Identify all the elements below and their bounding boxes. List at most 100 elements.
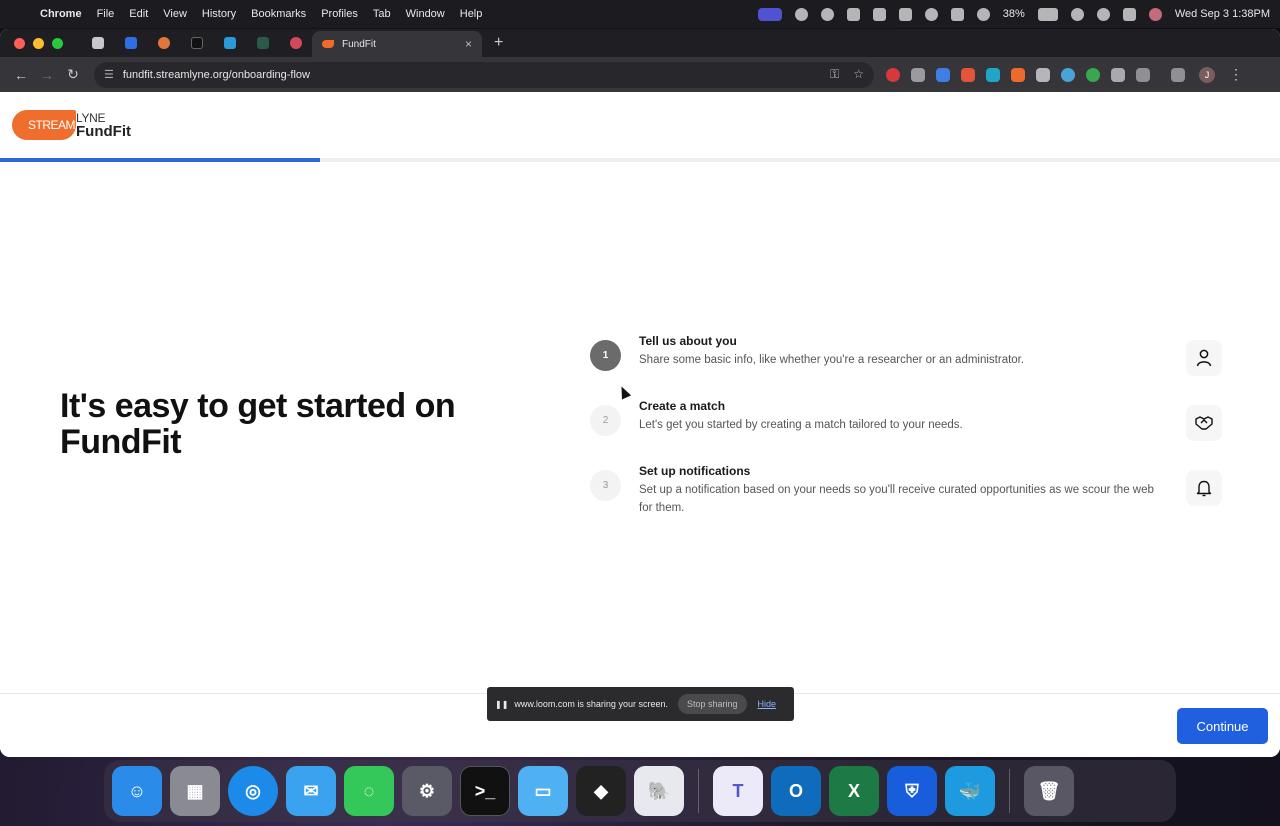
trash-icon[interactable]: 🗑 bbox=[1024, 766, 1074, 816]
pinned-tab-6[interactable] bbox=[246, 29, 279, 57]
status-icon-3[interactable] bbox=[846, 7, 860, 21]
pinned-tab-2[interactable] bbox=[114, 29, 147, 57]
mouse-cursor bbox=[616, 384, 632, 400]
postgres-icon[interactable]: 🐘 bbox=[634, 766, 684, 816]
menu-file[interactable]: File bbox=[97, 8, 115, 20]
pinned-tab-4[interactable] bbox=[180, 29, 213, 57]
stop-sharing-button[interactable]: Stop sharing bbox=[677, 694, 747, 714]
back-icon[interactable]: ← bbox=[8, 67, 34, 83]
finder-icon[interactable]: ☺ bbox=[112, 766, 162, 816]
launchpad-icon[interactable]: ▦ bbox=[170, 766, 220, 816]
extension-orange-icon[interactable] bbox=[1011, 67, 1025, 82]
menu-view[interactable]: View bbox=[163, 8, 187, 20]
excel-icon[interactable]: X bbox=[829, 766, 879, 816]
menu-help[interactable]: Help bbox=[460, 8, 483, 20]
book-icon bbox=[91, 37, 104, 49]
menu-bookmarks[interactable]: Bookmarks bbox=[251, 8, 306, 20]
maximize-window-icon[interactable] bbox=[52, 37, 63, 49]
continue-button[interactable]: Continue bbox=[1177, 708, 1268, 744]
folder-icon[interactable]: ▭ bbox=[518, 766, 568, 816]
menu-clock[interactable]: Wed Sep 3 1:38PM bbox=[1175, 8, 1270, 20]
menu-tab[interactable]: Tab bbox=[373, 8, 391, 20]
site-info-icon[interactable]: ☰ bbox=[104, 68, 114, 81]
menu-profiles[interactable]: Profiles bbox=[321, 8, 358, 20]
onboarding-page: STREAM LYNE FundFit It's easy to get sta… bbox=[0, 92, 1280, 757]
react-icon[interactable] bbox=[1061, 67, 1075, 82]
status-icon-4[interactable] bbox=[872, 7, 886, 21]
extensions-area bbox=[886, 67, 1185, 82]
address-bar[interactable]: ☰ fundfit.streamlyne.org/onboarding-flow… bbox=[94, 61, 874, 88]
profile-avatar[interactable]: J bbox=[1199, 66, 1215, 83]
translate-icon[interactable] bbox=[936, 67, 950, 82]
progress-fill bbox=[0, 158, 320, 162]
siri-icon[interactable] bbox=[1148, 7, 1162, 21]
tab-strip: FundFit × + bbox=[0, 29, 1280, 57]
wifi-icon[interactable] bbox=[1070, 7, 1084, 21]
bitwarden-icon[interactable]: ⛨ bbox=[887, 766, 937, 816]
screen-share-icon[interactable] bbox=[757, 7, 782, 21]
status-icon-1[interactable] bbox=[794, 7, 808, 21]
control-center-icon[interactable] bbox=[1122, 7, 1136, 21]
streamlyne-fundfit-logo[interactable]: STREAM LYNE FundFit bbox=[12, 108, 131, 142]
minimize-window-icon[interactable] bbox=[33, 37, 44, 49]
docker-icon[interactable]: 🐳 bbox=[945, 766, 995, 816]
messages-icon[interactable]: ◌ bbox=[344, 766, 394, 816]
pinned-tab-5[interactable] bbox=[213, 29, 246, 57]
extension-shirt-icon[interactable] bbox=[1036, 67, 1050, 82]
adblock-icon[interactable] bbox=[886, 67, 900, 82]
spotlight-icon[interactable] bbox=[1096, 7, 1110, 21]
browser-menu-icon[interactable]: ⋮ bbox=[1229, 66, 1243, 83]
hide-link[interactable]: Hide bbox=[758, 699, 777, 709]
password-key-icon[interactable]: ⚿ bbox=[830, 67, 839, 82]
side-panel-icon[interactable] bbox=[1171, 67, 1185, 82]
pinned-tab-3[interactable] bbox=[147, 29, 180, 57]
battery-percent[interactable]: 38% bbox=[1003, 8, 1025, 20]
extension-green-icon[interactable] bbox=[1086, 67, 1100, 82]
extension-blue-icon[interactable] bbox=[986, 67, 1000, 82]
logo-product: FundFit bbox=[76, 123, 131, 140]
menu-history[interactable]: History bbox=[202, 8, 236, 20]
browser-toolbar: ← → ↻ ☰ fundfit.streamlyne.org/onboardin… bbox=[0, 57, 1280, 92]
pause-icon[interactable]: ❚❚ bbox=[495, 700, 508, 709]
puzzle-icon[interactable] bbox=[1136, 67, 1150, 82]
sparkle-icon bbox=[157, 37, 170, 49]
safari-icon[interactable]: ◎ bbox=[228, 766, 278, 816]
teams-icon[interactable]: T bbox=[713, 766, 763, 816]
forward-icon[interactable]: → bbox=[34, 67, 60, 83]
pinned-tab-7[interactable] bbox=[279, 29, 312, 57]
reload-icon[interactable]: ↻ bbox=[60, 66, 86, 83]
pen-icon[interactable] bbox=[911, 67, 925, 82]
menu-edit[interactable]: Edit bbox=[129, 8, 148, 20]
terminal-icon[interactable]: >_ bbox=[460, 766, 510, 816]
url-text: fundfit.streamlyne.org/onboarding-flow bbox=[122, 68, 310, 81]
system-settings-icon[interactable]: ⚙ bbox=[402, 766, 452, 816]
pinned-tab-1[interactable] bbox=[81, 29, 114, 57]
close-tab-icon[interactable]: × bbox=[465, 37, 472, 51]
new-tab-icon[interactable]: + bbox=[494, 34, 503, 52]
extension-red-icon[interactable] bbox=[961, 67, 975, 82]
cloud-icon[interactable] bbox=[924, 7, 938, 21]
close-window-icon[interactable] bbox=[14, 37, 25, 49]
macos-menu-bar: Chrome File Edit View History Bookmarks … bbox=[0, 0, 1280, 28]
sharing-message: www.loom.com is sharing your screen. bbox=[514, 699, 668, 709]
bookmark-star-icon[interactable]: ☆ bbox=[853, 67, 864, 82]
unity-icon[interactable]: ◆ bbox=[576, 766, 626, 816]
calendar-icon[interactable] bbox=[950, 7, 964, 21]
status-area: 38% Wed Sep 3 1:38PM bbox=[757, 7, 1270, 21]
menu-window[interactable]: Window bbox=[406, 8, 445, 20]
grid-icon bbox=[223, 37, 236, 49]
battery-icon[interactable] bbox=[1037, 7, 1058, 21]
camera-icon[interactable] bbox=[1111, 67, 1125, 82]
mail-icon[interactable]: ✉ bbox=[286, 766, 336, 816]
outlook-icon[interactable]: O bbox=[771, 766, 821, 816]
logo-mark: STREAM bbox=[12, 108, 78, 142]
tab-title: FundFit bbox=[342, 38, 376, 50]
status-icon-5[interactable] bbox=[898, 7, 912, 21]
play-icon bbox=[124, 37, 137, 49]
status-icon-2[interactable] bbox=[820, 7, 834, 21]
page-header: STREAM LYNE FundFit bbox=[0, 92, 1280, 158]
moon-icon[interactable] bbox=[976, 7, 990, 21]
step-title: Tell us about you bbox=[639, 334, 737, 348]
tab-fundfit[interactable]: FundFit × bbox=[312, 31, 482, 57]
menu-app-name[interactable]: Chrome bbox=[40, 8, 82, 20]
